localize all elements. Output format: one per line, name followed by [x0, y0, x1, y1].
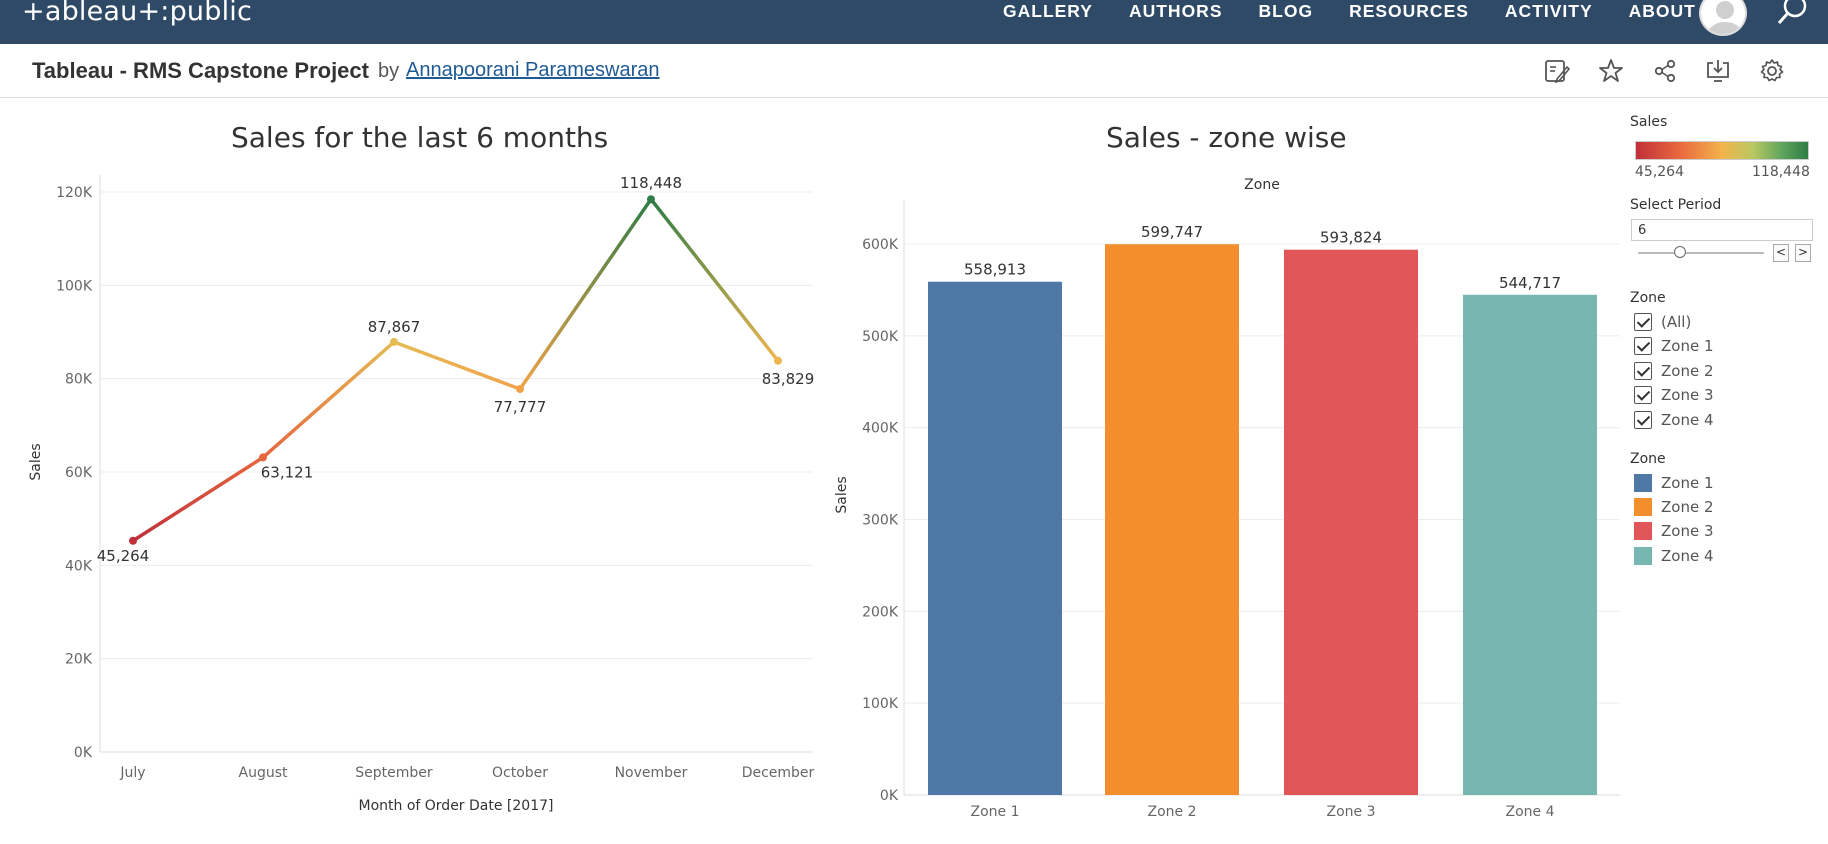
charts-canvas: 0K 20K 40K 60K 80K 100K 120K Sales Month of Orde…: [28, 174, 1620, 820]
line-chart-y-label: Sales: [28, 443, 44, 480]
sales-legend-title: Sales: [1630, 114, 1668, 130]
line-data-label: 118,448: [620, 174, 682, 192]
line-chart-x-tick: July: [119, 765, 145, 781]
line-chart-y-tick: 20K: [65, 652, 93, 668]
zone-filter-all[interactable]: (All): [1634, 312, 1691, 332]
line-segment[interactable]: [518, 197, 653, 391]
line-segment[interactable]: [261, 340, 396, 460]
period-input[interactable]: 6: [1631, 219, 1813, 241]
select-period-title: Select Period: [1630, 197, 1722, 213]
zone-bar-chart: 0K 100K 200K 300K 400K 500K 600K Zone Sales 558,9…: [834, 177, 1620, 820]
bar-chart-y-tick: 100K: [862, 696, 899, 712]
zone-3-swatch: [1634, 522, 1652, 540]
bar-chart-zone-header: Zone: [1244, 177, 1280, 193]
period-prev-button[interactable]: <: [1773, 244, 1789, 262]
line-point-august[interactable]: [259, 453, 267, 462]
line-point-december[interactable]: [774, 356, 782, 365]
bar-zone-4[interactable]: [1463, 294, 1597, 795]
user-avatar[interactable]: [1699, 0, 1747, 36]
line-chart-x-tick: October: [492, 765, 548, 781]
user-icon: [1708, 1, 1742, 34]
line-segment[interactable]: [392, 340, 522, 391]
sales-legend-max: 118,448: [1752, 164, 1810, 180]
line-data-label: 77,777: [494, 398, 547, 416]
line-chart-x-tick: September: [355, 765, 433, 781]
zone-filter-zone-2[interactable]: Zone 2: [1634, 361, 1714, 381]
line-segment[interactable]: [649, 197, 780, 363]
bar-chart-y-label: Sales: [834, 476, 850, 513]
line-point-july[interactable]: [129, 536, 137, 545]
checkbox[interactable]: [1634, 337, 1652, 355]
bar-chart-x-tick: Zone 1: [971, 804, 1020, 820]
zone-legend-item[interactable]: Zone 1: [1634, 473, 1714, 493]
nav-about[interactable]: ABOUT: [1629, 0, 1696, 24]
period-slider-handle[interactable]: [1674, 246, 1686, 258]
sales-color-legend: [1635, 141, 1809, 160]
period-slider-track[interactable]: [1638, 252, 1764, 254]
zone-legend-item[interactable]: Zone 4: [1634, 546, 1714, 566]
line-chart-y-tick: 60K: [65, 465, 93, 481]
period-next-button[interactable]: >: [1795, 244, 1811, 262]
zone-filter-zone-1[interactable]: Zone 1: [1634, 336, 1714, 356]
bar-chart-y-tick: 200K: [862, 604, 899, 620]
bar-data-label: 558,913: [964, 261, 1026, 279]
line-point-october[interactable]: [516, 385, 524, 394]
checkbox[interactable]: [1634, 313, 1652, 331]
bar-data-label: 599,747: [1141, 223, 1203, 241]
bar-zone-3[interactable]: [1284, 249, 1418, 795]
zone-legend-item[interactable]: Zone 2: [1634, 497, 1714, 517]
download-icon[interactable]: [1704, 57, 1732, 85]
line-point-september[interactable]: [390, 337, 398, 346]
bar-chart-x-tick: Zone 3: [1327, 804, 1376, 820]
share-icon[interactable]: [1651, 57, 1679, 85]
line-segment[interactable]: [131, 455, 265, 543]
line-chart-y-tick: 40K: [65, 558, 93, 574]
zone-4-swatch: [1634, 547, 1652, 565]
line-data-label: 63,121: [261, 463, 314, 481]
zone-filter-zone-3[interactable]: Zone 3: [1634, 385, 1714, 405]
bar-data-label: 593,824: [1320, 229, 1382, 247]
checkbox[interactable]: [1634, 411, 1652, 429]
line-chart-y-tick: 120K: [56, 185, 93, 201]
line-chart-y-tick: 80K: [65, 372, 93, 388]
line-chart-y-tick: 100K: [56, 278, 93, 294]
zone-1-swatch: [1634, 474, 1652, 492]
line-chart-y-tick: 0K: [74, 745, 93, 761]
zone-legend-title: Zone: [1630, 451, 1666, 467]
sales-legend-min: 45,264: [1635, 164, 1684, 180]
line-chart-x-label: Month of Order Date [2017]: [359, 798, 554, 814]
bar-chart-y-tick: 500K: [862, 329, 899, 345]
sales-line-chart: 0K 20K 40K 60K 80K 100K 120K Sales Month of Orde…: [28, 174, 815, 814]
zone-filter-zone-4[interactable]: Zone 4: [1634, 410, 1714, 430]
bar-chart-y-tick: 600K: [862, 237, 899, 253]
line-chart-x-tick: November: [615, 765, 688, 781]
bar-chart-y-tick: 0K: [880, 788, 899, 804]
bar-zone-2[interactable]: [1105, 244, 1239, 795]
zone-filter-title: Zone: [1630, 290, 1666, 306]
zone-2-swatch: [1634, 498, 1652, 516]
bar-chart-y-tick: 400K: [862, 421, 899, 437]
line-data-label: 45,264: [97, 547, 150, 565]
line-data-label: 83,829: [762, 370, 815, 388]
bar-chart-y-tick: 300K: [862, 513, 899, 529]
line-point-november[interactable]: [647, 195, 655, 204]
checkbox[interactable]: [1634, 386, 1652, 404]
bar-chart-x-tick: Zone 4: [1506, 804, 1555, 820]
line-data-label: 87,867: [368, 318, 421, 336]
settings-icon[interactable]: [1758, 57, 1786, 85]
bar-zone-1[interactable]: [928, 281, 1062, 795]
bar-chart-x-tick: Zone 2: [1148, 804, 1197, 820]
bar-data-label: 544,717: [1499, 274, 1561, 292]
line-chart-x-tick: December: [742, 765, 815, 781]
zone-legend-item[interactable]: Zone 3: [1634, 521, 1714, 541]
line-chart-x-tick: August: [239, 765, 289, 781]
checkbox[interactable]: [1634, 362, 1652, 380]
search-icon[interactable]: [1776, 0, 1810, 26]
